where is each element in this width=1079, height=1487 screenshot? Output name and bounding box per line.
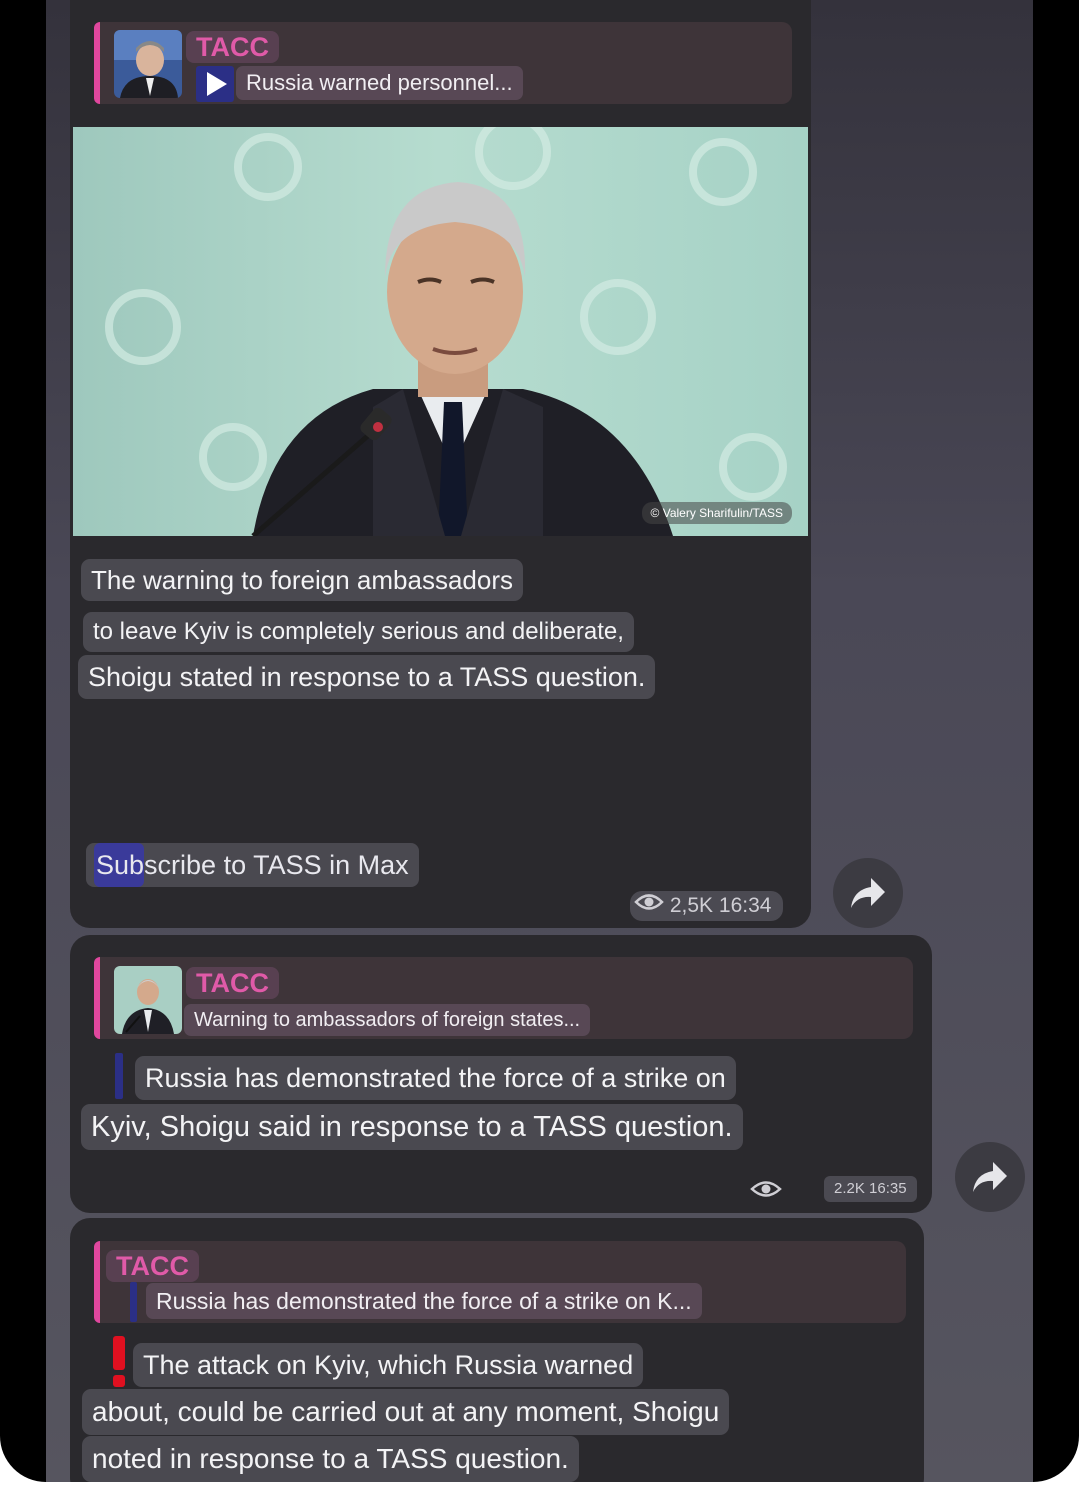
forward-arrow-icon (849, 876, 887, 915)
eye-icon (750, 1178, 782, 1205)
photo-credit: © Valery Sharifulin/TASS (641, 502, 792, 524)
message-text-line: The warning to foreign ambassadors (81, 559, 524, 601)
reply-sender-name: TACC (186, 967, 279, 999)
subscribe-link[interactable]: Subscribe to TASS in Max (86, 843, 419, 887)
message-text-line: Russia has demonstrated the force of a s… (135, 1056, 736, 1100)
message-text-line: Kyiv, Shoigu said in response to a TASS … (81, 1104, 743, 1150)
reply-sender-name: TACC (106, 1250, 199, 1282)
subscribe-link-text: Subscribe to TASS in Max (96, 850, 409, 880)
message-text-line: about, could be carried out at any momen… (82, 1389, 730, 1435)
reply-thumbnail (114, 966, 182, 1034)
message-text-line: Shoigu stated in response to a TASS ques… (78, 655, 656, 699)
eye-icon (634, 891, 664, 922)
exclamation-icon (110, 1336, 128, 1393)
forward-button[interactable] (955, 1142, 1025, 1212)
message-text-line: noted in response to a TASS question. (82, 1436, 579, 1482)
text-marker (130, 1282, 137, 1322)
news-photo[interactable]: © Valery Sharifulin/TASS (73, 127, 808, 536)
message-text-line: The attack on Kyiv, which Russia warned (133, 1343, 644, 1387)
text-marker (115, 1053, 123, 1099)
reply-thumbnail (114, 30, 182, 98)
message-time: 16:34 (718, 894, 772, 918)
reply-text: Warning to ambassadors of foreign states… (184, 1004, 591, 1036)
message-text-line: to leave Kyiv is completely serious and … (83, 612, 634, 652)
message-meta: 2,5K 16:34 (630, 891, 784, 922)
forward-button[interactable] (833, 858, 903, 928)
view-count: 2,5K (669, 894, 714, 918)
phone-screen: TACC Russia warned personnel... © Valery… (0, 0, 1079, 1482)
play-icon (196, 66, 234, 102)
forward-arrow-icon (971, 1160, 1009, 1199)
reply-sender-name: TACC (186, 31, 279, 63)
reply-text: Russia has demonstrated the force of a s… (146, 1283, 702, 1319)
message-meta: 2.2K 16:35 (824, 1176, 917, 1202)
reply-text: Russia warned personnel... (236, 66, 523, 100)
